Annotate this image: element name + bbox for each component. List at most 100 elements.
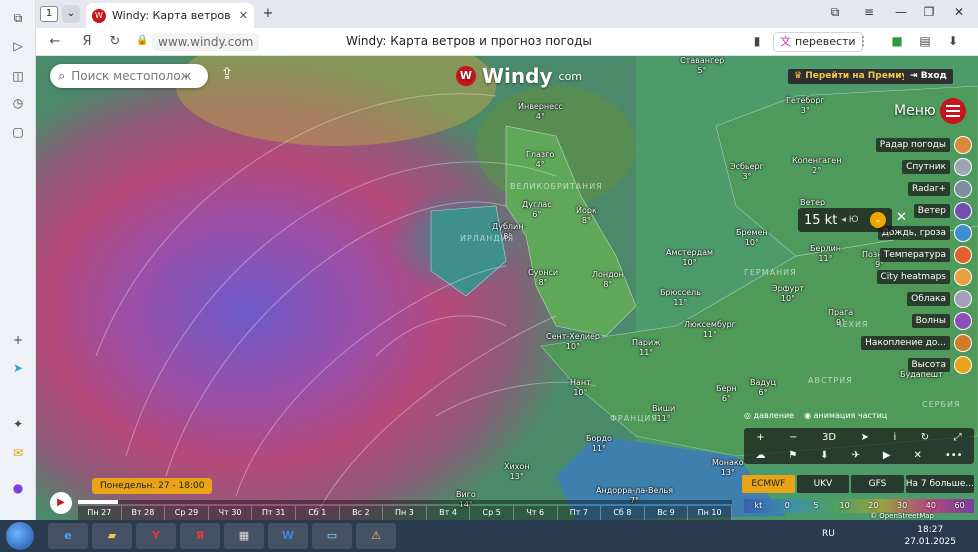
day-label[interactable]: Пн 27: [78, 506, 122, 520]
day-label[interactable]: Ср 29: [165, 506, 209, 520]
layer-satellite[interactable]: Спутник: [862, 156, 972, 178]
city-label[interactable]: Инвернесс 4°: [518, 102, 563, 122]
day-label[interactable]: Ср 5: [470, 506, 514, 520]
screenshot-icon[interactable]: ◫: [8, 66, 28, 86]
color-legend[interactable]: kt 0 5 10 20 30 40 60: [744, 499, 974, 513]
tab-windy[interactable]: W Windy: Карта ветров и ✕: [86, 3, 254, 28]
city-label[interactable]: Йорк 8°: [576, 206, 597, 226]
extension-icon[interactable]: ■: [888, 34, 906, 48]
layer-clouds[interactable]: Облака: [862, 288, 972, 310]
info-icon[interactable]: i: [893, 432, 896, 443]
app-icon[interactable]: ▦: [224, 523, 264, 549]
explorer-icon[interactable]: ▰: [92, 523, 132, 549]
city-label[interactable]: Берлин 11°: [810, 244, 841, 264]
login-button[interactable]: ⇥ Вход: [904, 69, 953, 84]
layer-radar[interactable]: Радар погоды: [862, 134, 972, 156]
ie-icon[interactable]: e: [48, 523, 88, 549]
location-search[interactable]: ⌕: [50, 64, 208, 88]
chevron-down-icon[interactable]: ⌄: [870, 212, 886, 228]
timeline-progress[interactable]: [78, 500, 118, 504]
restore-icon[interactable]: ❐: [920, 5, 938, 19]
yandex-icon[interactable]: Я: [180, 523, 220, 549]
minimize-icon[interactable]: —: [892, 5, 910, 19]
add-icon[interactable]: +: [8, 330, 28, 350]
tabs-manager-icon[interactable]: ⧉: [826, 5, 844, 20]
3d-button[interactable]: 3D: [822, 432, 836, 443]
yandex-browser-icon[interactable]: Y: [136, 523, 176, 549]
city-label[interactable]: Монако 13°: [712, 458, 744, 478]
model-ukv[interactable]: UKV: [796, 475, 850, 493]
city-label[interactable]: Глазго 4°: [526, 150, 554, 170]
city-label[interactable]: Дуглас 6°: [522, 200, 552, 220]
city-label[interactable]: Ветер: [800, 198, 825, 208]
day-label[interactable]: Пн 3: [383, 506, 427, 520]
collections-icon[interactable]: ⧉: [8, 8, 28, 28]
tabs-count-icon[interactable]: ▢: [8, 122, 28, 142]
telegram-icon[interactable]: ➤: [8, 358, 28, 378]
timeline-track[interactable]: [78, 500, 732, 504]
city-label[interactable]: Амстердам 10°: [666, 248, 713, 268]
start-button[interactable]: [6, 522, 34, 550]
layer-altitude[interactable]: Высота: [862, 354, 972, 376]
reader-icon[interactable]: ▤: [916, 34, 934, 48]
compass-icon[interactable]: ✦: [8, 414, 28, 434]
close-window-icon[interactable]: ✕: [950, 5, 968, 19]
city-label[interactable]: Хихон 13°: [504, 462, 530, 482]
pressure-toggle[interactable]: ◎ давление: [744, 411, 794, 423]
clock[interactable]: 18:27 27.01.2025: [904, 524, 956, 548]
word-icon[interactable]: W: [268, 523, 308, 549]
url-field[interactable]: www.windy.com: [152, 33, 260, 51]
back-icon[interactable]: ←: [46, 34, 64, 49]
download-icon[interactable]: ⬇: [820, 450, 828, 461]
city-label[interactable]: Париж 11°: [632, 338, 660, 358]
warning-icon[interactable]: ⚠: [356, 523, 396, 549]
animation-toggle[interactable]: ◉ анимация частиц: [804, 411, 887, 423]
alice-icon[interactable]: ●: [8, 478, 28, 498]
city-label[interactable]: Берн 6°: [716, 384, 737, 404]
attribution[interactable]: © OpenStreetMap contributors: [870, 512, 978, 520]
reload-icon[interactable]: ↻: [106, 34, 124, 49]
webcam-icon[interactable]: ▶: [883, 450, 891, 461]
search-input[interactable]: [71, 69, 192, 83]
day-label[interactable]: Вс 2: [340, 506, 384, 520]
menu-button[interactable]: Меню: [894, 98, 966, 124]
city-label[interactable]: Люксембург 11°: [684, 320, 736, 340]
day-label[interactable]: Вс 9: [645, 506, 689, 520]
day-label[interactable]: Вт 4: [427, 506, 471, 520]
close-tab-icon[interactable]: ✕: [239, 9, 248, 22]
history-icon[interactable]: ◷: [8, 93, 28, 113]
city-label[interactable]: Вадуц 6°: [750, 378, 776, 398]
city-label[interactable]: Эсбьерг 3°: [730, 162, 764, 182]
layer-city-heatmaps[interactable]: City heatmaps: [862, 266, 972, 288]
windy-logo[interactable]: W Windy com: [456, 64, 582, 88]
translate-button[interactable]: 文 перевести: [773, 32, 863, 52]
weather-map[interactable]: Ставангер 5° Инвернесс 4° Гетеборг 3° Глазг…: [36, 56, 978, 520]
bookmark-icon[interactable]: ▮: [748, 34, 766, 48]
more-icon[interactable]: ⋮: [854, 34, 872, 48]
layer-waves[interactable]: Волны: [862, 310, 972, 332]
tab-count-badge[interactable]: 1: [40, 6, 58, 22]
model-gfs[interactable]: GFS: [851, 475, 904, 493]
flag-icon[interactable]: ⚑: [788, 450, 797, 461]
airport-icon[interactable]: ✈: [852, 450, 860, 461]
day-label[interactable]: Чт 30: [209, 506, 253, 520]
weather-icon[interactable]: ☁: [755, 450, 765, 461]
zoom-out-button[interactable]: −: [789, 432, 797, 443]
model-ecmwf[interactable]: ECMWF: [742, 475, 795, 493]
city-label[interactable]: Бордо 11°: [586, 434, 612, 454]
play-icon[interactable]: ▷: [8, 36, 28, 56]
share-icon[interactable]: ⇪: [216, 64, 238, 86]
layer-accumulation[interactable]: Накопление до...: [861, 332, 972, 354]
city-label[interactable]: Сент-Хелиер 10°: [546, 332, 600, 352]
city-label[interactable]: Гетеборг 3°: [786, 96, 825, 116]
day-label[interactable]: Чт 6: [514, 506, 558, 520]
chevron-down-icon[interactable]: ⌄: [62, 5, 80, 23]
city-label[interactable]: Суонси 8°: [528, 268, 558, 288]
close-picker-icon[interactable]: ✕: [896, 210, 907, 225]
city-label[interactable]: Нант 10°: [570, 378, 591, 398]
window-icon[interactable]: ▭: [312, 523, 352, 549]
locate-icon[interactable]: ➤: [861, 432, 869, 443]
yandex-icon[interactable]: Я: [78, 34, 96, 49]
city-label[interactable]: Лондон 8°: [592, 270, 624, 290]
premium-button[interactable]: ♛ Перейти на Премиум: [788, 69, 921, 84]
